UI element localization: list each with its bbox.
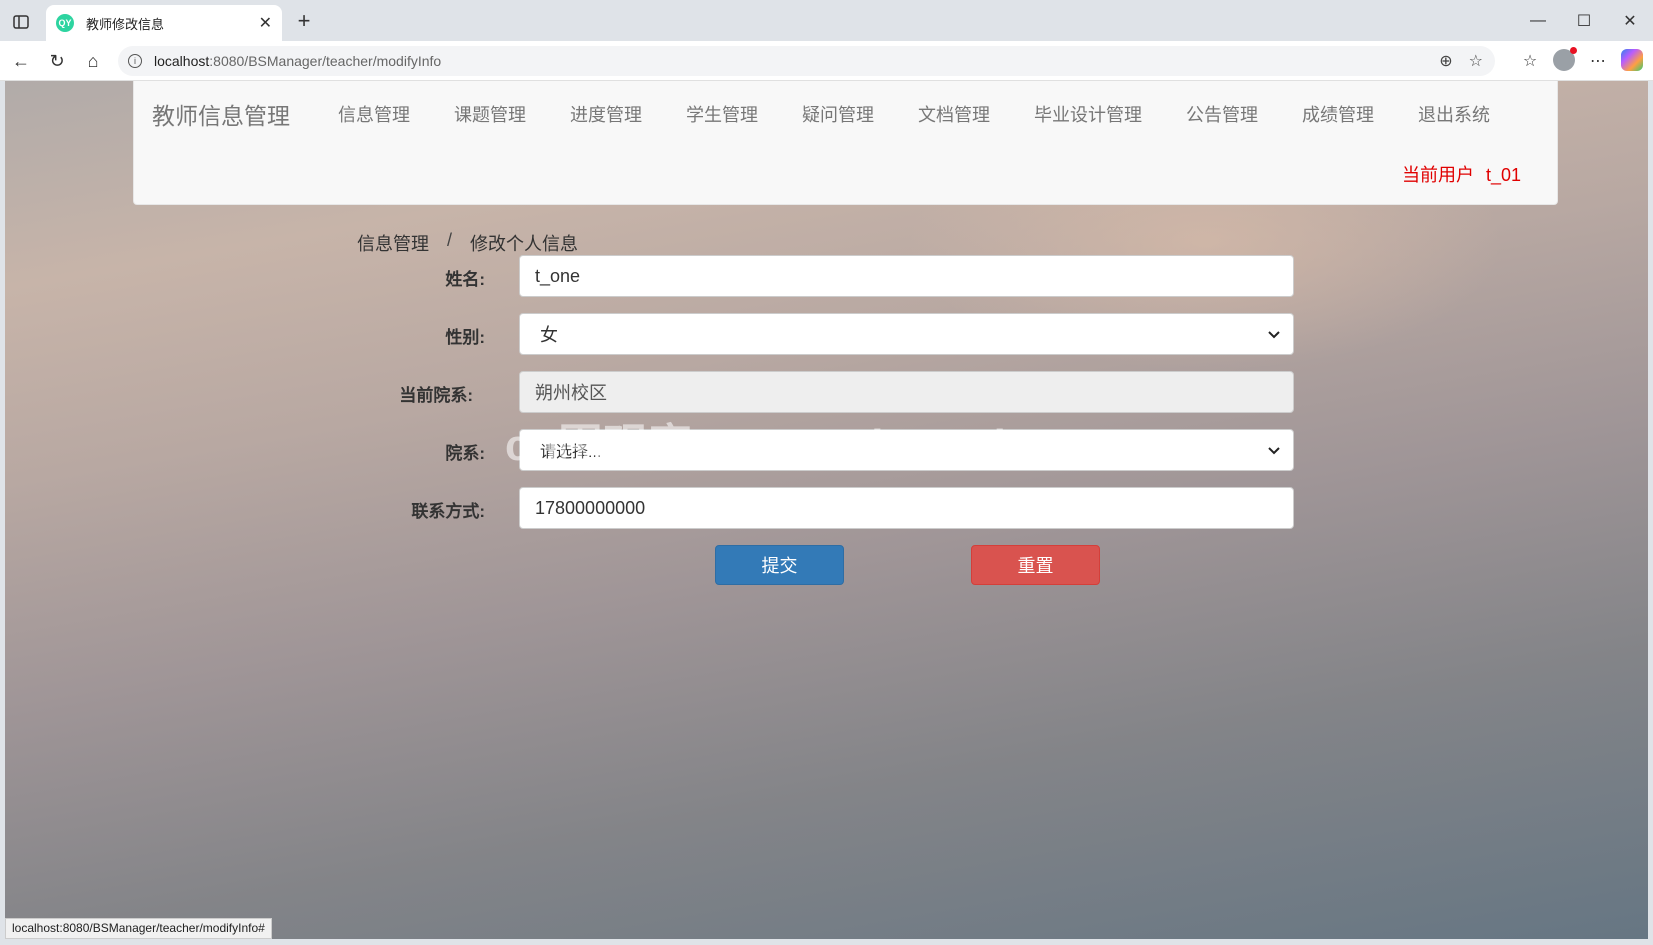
browser-tabbar: QY 教师修改信息 ✕ + — ☐ ✕: [0, 0, 1653, 41]
name-label: 姓名:: [445, 270, 485, 289]
nav-item-grades[interactable]: 成绩管理: [1280, 101, 1396, 127]
submit-button[interactable]: 提交: [715, 545, 844, 585]
name-input[interactable]: t_one: [519, 255, 1294, 297]
form-row-current-dept: 当前院系: 朔州校区: [365, 371, 1305, 413]
back-icon[interactable]: ←: [8, 49, 34, 73]
contact-label: 联系方式:: [411, 502, 485, 521]
nav-item-progress[interactable]: 进度管理: [548, 101, 664, 127]
gender-select[interactable]: 女: [519, 313, 1294, 355]
nav-item-logout[interactable]: 退出系统: [1396, 101, 1512, 127]
tab-title: 教师修改信息: [86, 16, 165, 32]
favorite-star-icon[interactable]: ☆: [1469, 51, 1483, 71]
name-value: t_one: [535, 265, 581, 286]
nav-item-graduation-design[interactable]: 毕业设计管理: [1012, 101, 1164, 127]
dept-label: 院系:: [445, 444, 485, 463]
top-navbar: 教师信息管理 信息管理 课题管理 进度管理 学生管理 疑问管理 文档管理 毕业设…: [133, 81, 1558, 205]
more-menu-icon[interactable]: ⋯: [1585, 49, 1611, 73]
breadcrumb-current: 修改个人信息: [470, 234, 579, 254]
favorites-icon[interactable]: ☆: [1517, 49, 1543, 73]
contact-input[interactable]: 17800000000: [519, 487, 1294, 529]
nav-item-students[interactable]: 学生管理: [664, 101, 780, 127]
form-row-contact: 联系方式: 17800000000: [365, 487, 1305, 529]
reset-button[interactable]: 重置: [971, 545, 1100, 585]
reload-icon[interactable]: ↻: [44, 49, 70, 73]
contact-value: 17800000000: [535, 497, 646, 518]
nav-item-documents[interactable]: 文档管理: [896, 101, 1012, 127]
navbar-brand[interactable]: 教师信息管理: [152, 97, 290, 131]
nav-item-questions[interactable]: 疑问管理: [780, 101, 896, 127]
status-bar-url: localhost:8080/BSManager/teacher/modifyI…: [5, 918, 272, 939]
navbar-menu: 信息管理 课题管理 进度管理 学生管理 疑问管理 文档管理 毕业设计管理 公告管…: [316, 101, 1512, 127]
new-tab-icon[interactable]: +: [292, 8, 316, 33]
window-controls: — ☐ ✕: [1515, 0, 1653, 41]
sidebar-toggle-icon[interactable]: [8, 10, 34, 34]
profile-avatar-icon[interactable]: [1553, 47, 1577, 71]
current-user: 当前用户 t_01: [1402, 161, 1521, 187]
nav-item-info[interactable]: 信息管理: [316, 101, 432, 127]
current-dept-input: 朔州校区: [519, 371, 1294, 413]
nav-item-announcements[interactable]: 公告管理: [1164, 101, 1280, 127]
minimize-icon[interactable]: —: [1515, 0, 1561, 41]
breadcrumb-separator: /: [447, 230, 453, 250]
breadcrumb-parent[interactable]: 信息管理: [357, 230, 429, 256]
close-window-icon[interactable]: ✕: [1607, 0, 1653, 41]
home-icon[interactable]: ⌂: [80, 49, 106, 73]
form-row-gender: 性别: 女: [365, 313, 1305, 355]
url-text: localhost:8080/BSManager/teacher/modifyI…: [154, 53, 442, 69]
tab-close-icon[interactable]: ✕: [259, 13, 272, 33]
maximize-icon[interactable]: ☐: [1561, 0, 1607, 41]
page-viewport: 教师信息管理 信息管理 课题管理 进度管理 学生管理 疑问管理 文档管理 毕业设…: [5, 81, 1648, 939]
gender-value: 女: [540, 325, 558, 345]
gender-label: 性别:: [445, 328, 485, 347]
copilot-icon[interactable]: [1621, 49, 1643, 71]
nav-item-topics[interactable]: 课题管理: [432, 101, 548, 127]
breadcrumb: 信息管理 / 修改个人信息: [357, 230, 578, 256]
current-user-label: 当前用户: [1401, 165, 1474, 185]
chevron-down-icon: [1268, 331, 1280, 339]
zoom-icon[interactable]: ⊕: [1439, 51, 1452, 71]
address-toolbar: ← ↻ ⌂ i localhost:8080/BSManager/teacher…: [0, 41, 1653, 81]
site-info-icon[interactable]: i: [128, 54, 142, 68]
url-input[interactable]: i localhost:8080/BSManager/teacher/modif…: [118, 46, 1495, 76]
browser-tab[interactable]: QY 教师修改信息 ✕: [46, 5, 282, 41]
chevron-down-icon: [1268, 447, 1280, 455]
form-row-name: 姓名: t_one: [365, 255, 1305, 297]
current-dept-value: 朔州校区: [535, 383, 607, 403]
current-dept-label: 当前院系:: [399, 386, 473, 405]
favicon-icon: QY: [56, 14, 74, 32]
watermark: cn围观客www.weiguanke.cn: [505, 421, 1112, 470]
current-user-value: t_01: [1485, 165, 1521, 185]
